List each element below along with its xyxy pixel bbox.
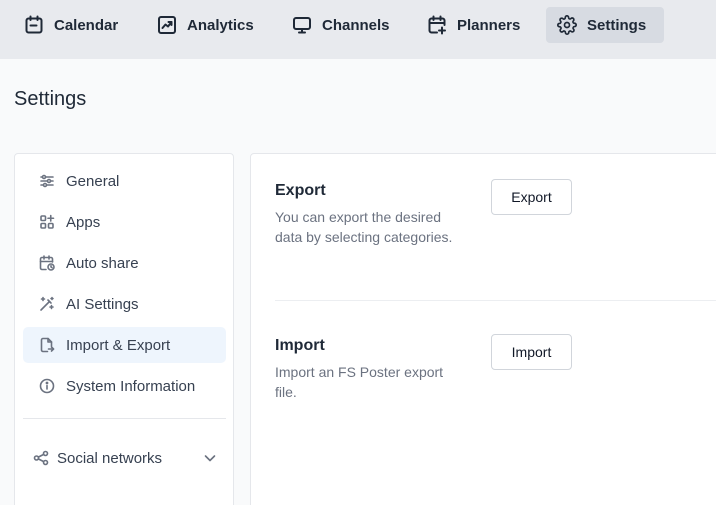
nav-channels-label: Channels	[322, 16, 390, 34]
nav-planners-label: Planners	[457, 16, 521, 34]
settings-sidebar: General Apps Auto share AI Settings Impo…	[14, 153, 234, 505]
analytics-icon	[156, 14, 178, 36]
sidebar-item-label: General	[66, 172, 120, 190]
sidebar-divider	[23, 418, 226, 419]
nav-settings[interactable]: Settings	[546, 7, 664, 43]
calendar-icon	[23, 14, 45, 36]
share-icon	[32, 449, 50, 467]
file-export-icon	[38, 336, 56, 354]
sidebar-item-label: Auto share	[66, 254, 139, 272]
sidebar-group-social-networks[interactable]: Social networks	[23, 441, 226, 475]
sliders-icon	[38, 172, 56, 190]
sidebar-item-import-export[interactable]: Import & Export	[23, 327, 226, 363]
import-button[interactable]: Import	[491, 334, 572, 370]
sidebar-group-label: Social networks	[57, 449, 163, 467]
top-navigation: Calendar Analytics Channels Planners Set…	[0, 0, 716, 59]
chevron-down-icon[interactable]	[202, 450, 218, 466]
export-button[interactable]: Export	[491, 179, 572, 215]
nav-settings-label: Settings	[587, 16, 647, 34]
sidebar-item-apps[interactable]: Apps	[23, 204, 226, 240]
nav-channels[interactable]: Channels	[281, 7, 400, 43]
export-title: Export	[275, 182, 326, 199]
nav-planners[interactable]: Planners	[416, 7, 530, 43]
magic-wand-icon	[38, 295, 56, 313]
nav-analytics-label: Analytics	[187, 16, 254, 34]
calendar-plus-icon	[426, 14, 448, 36]
sidebar-item-label: System Information	[66, 377, 196, 395]
sidebar-item-label: Apps	[66, 213, 101, 231]
info-icon	[38, 377, 56, 395]
export-description: You can export the desired data by selec…	[275, 209, 453, 245]
nav-calendar-label: Calendar	[54, 16, 119, 34]
calendar-clock-icon	[38, 254, 56, 272]
sidebar-item-general[interactable]: General	[23, 163, 226, 199]
nav-analytics[interactable]: Analytics	[146, 7, 264, 43]
import-description: Import an FS Poster export file.	[275, 364, 444, 400]
monitor-icon	[291, 14, 313, 36]
sidebar-item-label: AI Settings	[66, 295, 139, 313]
nav-calendar[interactable]: Calendar	[13, 7, 128, 43]
section-divider	[275, 300, 716, 301]
apps-icon	[38, 213, 56, 231]
gear-icon	[556, 14, 578, 36]
sidebar-item-ai-settings[interactable]: AI Settings	[23, 286, 226, 322]
sidebar-item-label: Import & Export	[66, 336, 171, 354]
sidebar-item-system-information[interactable]: System Information	[23, 368, 226, 404]
import-title: Import	[275, 337, 325, 354]
page-title: Settings	[14, 88, 87, 110]
import-export-panel: Export You can export the desired data b…	[250, 153, 716, 505]
sidebar-item-auto-share[interactable]: Auto share	[23, 245, 226, 281]
